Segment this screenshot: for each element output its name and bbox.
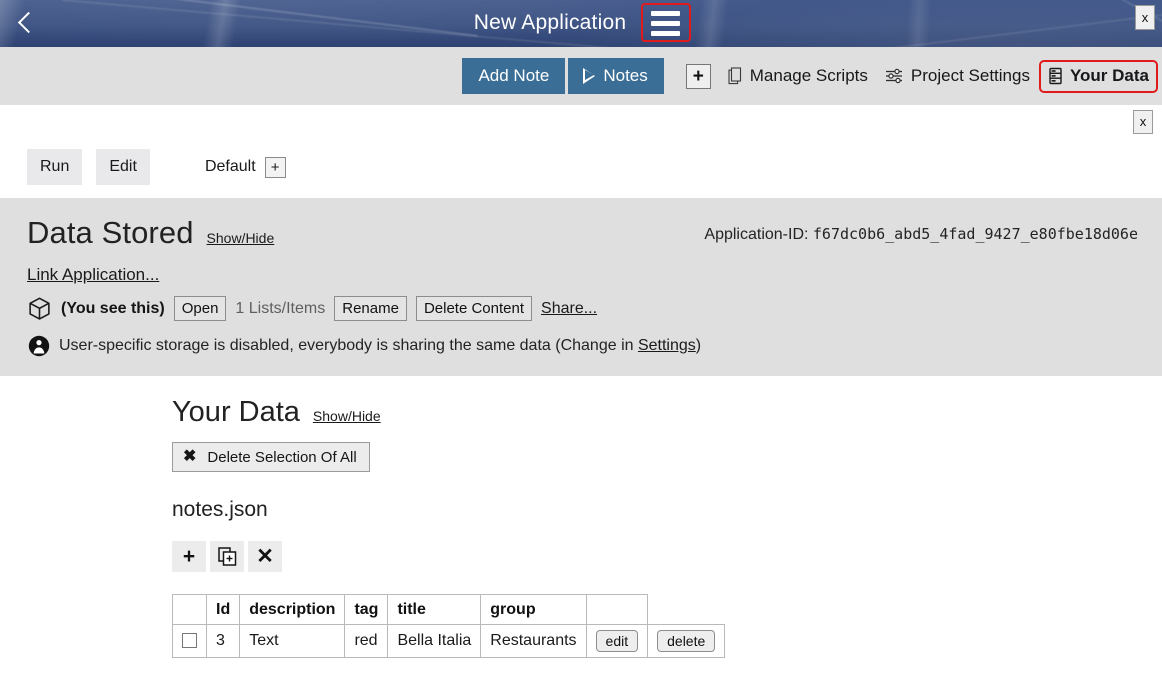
- row-edit-button[interactable]: edit: [596, 630, 639, 652]
- application-id: Application-ID: f67dc0b6_abd5_4fad_9427_…: [704, 225, 1138, 244]
- manage-scripts-button[interactable]: Manage Scripts: [728, 66, 868, 86]
- add-note-label: Add Note: [478, 66, 549, 86]
- project-settings-button[interactable]: Project Settings: [885, 66, 1030, 86]
- row-checkbox[interactable]: [182, 633, 197, 648]
- run-button[interactable]: Run: [27, 149, 82, 185]
- cube-icon: [27, 296, 52, 321]
- lists-items-count: 1 Lists/Items: [235, 300, 325, 318]
- row-tag: red: [345, 625, 388, 658]
- rename-button[interactable]: Rename: [334, 296, 407, 321]
- play-icon: [584, 69, 594, 83]
- data-table: Id description tag title group 3 Text re…: [172, 594, 725, 658]
- file-tools: + ✕: [172, 541, 1162, 572]
- document-copy-icon: [728, 67, 743, 85]
- table-header-id: Id: [207, 595, 240, 625]
- sliders-icon: [885, 68, 904, 84]
- run-edit-row: Run Edit Default +: [0, 136, 1162, 198]
- table-header-description: description: [240, 595, 345, 625]
- your-data-label: Your Data: [1070, 66, 1149, 86]
- you-see-this-label: (You see this): [61, 300, 165, 318]
- file-name: notes.json: [172, 498, 1162, 522]
- settings-link[interactable]: Settings: [638, 337, 696, 354]
- data-stored-panel: Data Stored Show/Hide Application-ID: f6…: [0, 198, 1162, 376]
- row-description: Text: [240, 625, 345, 658]
- table-row: 3 Text red Bella Italia Restaurants edit…: [173, 625, 725, 658]
- hamburger-menu-button[interactable]: [641, 3, 691, 42]
- data-table-wrapper: Id description tag title group 3 Text re…: [172, 594, 1162, 658]
- data-stored-show-hide-link[interactable]: Show/Hide: [207, 230, 275, 246]
- table-header-group: group: [481, 595, 586, 625]
- your-data-header: Your Data Show/Hide: [172, 396, 1162, 429]
- row-group: Restaurants: [481, 625, 586, 658]
- your-data-title: Your Data: [172, 396, 300, 429]
- storage-notice-text: User-specific storage is disabled, every…: [59, 337, 701, 355]
- x-mark-icon: ✖: [183, 449, 196, 465]
- header-close-button[interactable]: x: [1135, 5, 1155, 30]
- your-data-section: Your Data Show/Hide ✖ Delete Selection O…: [0, 376, 1162, 658]
- table-header-tag: tag: [345, 595, 388, 625]
- storage-row: (You see this) Open 1 Lists/Items Rename…: [27, 296, 1162, 321]
- user-storage-notice: User-specific storage is disabled, every…: [27, 334, 1162, 358]
- row-id: 3: [207, 625, 240, 658]
- delete-selection-button[interactable]: ✖ Delete Selection Of All: [172, 442, 370, 472]
- manage-scripts-label: Manage Scripts: [750, 66, 868, 86]
- row-delete-button[interactable]: delete: [657, 630, 715, 652]
- duplicate-icon: [218, 547, 237, 566]
- default-profile-label: Default: [205, 158, 256, 176]
- table-header-select: [173, 595, 207, 625]
- project-settings-label: Project Settings: [911, 66, 1030, 86]
- table-header-actions: [586, 595, 648, 625]
- panel-close-row: x: [0, 105, 1162, 136]
- database-icon: [1048, 67, 1063, 85]
- add-button[interactable]: +: [686, 64, 711, 89]
- your-data-tab[interactable]: Your Data: [1039, 60, 1158, 93]
- link-application-link[interactable]: Link Application...: [27, 265, 159, 285]
- user-circle-icon: [27, 334, 51, 358]
- open-button[interactable]: Open: [174, 296, 227, 321]
- page-title: New Application: [0, 11, 1162, 35]
- application-id-label: Application-ID:: [704, 226, 808, 243]
- storage-notice-suffix: ): [696, 337, 701, 354]
- hamburger-menu-icon: [651, 11, 680, 36]
- data-stored-title: Data Stored: [27, 215, 194, 251]
- main-toolbar: Add Note Notes + Manage Scripts Project …: [0, 47, 1162, 105]
- table-header-row: Id description tag title group: [173, 595, 725, 625]
- add-record-button[interactable]: +: [172, 541, 206, 572]
- default-profile-group: Default +: [205, 157, 286, 178]
- delete-file-button[interactable]: ✕: [248, 541, 282, 572]
- row-select-cell[interactable]: [173, 625, 207, 658]
- notes-label: Notes: [603, 66, 647, 86]
- storage-notice-prefix: User-specific storage is disabled, every…: [59, 337, 638, 354]
- row-actions: edit: [586, 625, 648, 658]
- delete-content-button[interactable]: Delete Content: [416, 296, 532, 321]
- add-profile-button[interactable]: +: [265, 157, 286, 178]
- application-id-value: f67dc0b6_abd5_4fad_9427_e80fbe18d06e: [813, 225, 1138, 243]
- add-note-button[interactable]: Add Note: [462, 58, 565, 94]
- panel-close-button[interactable]: x: [1133, 110, 1153, 134]
- app-header: New Application x: [0, 0, 1162, 47]
- edit-button[interactable]: Edit: [96, 149, 150, 185]
- table-header-title: title: [388, 595, 481, 625]
- your-data-show-hide-link[interactable]: Show/Hide: [313, 408, 381, 424]
- duplicate-file-button[interactable]: [210, 541, 244, 572]
- row-actions-delete: delete: [648, 625, 725, 658]
- delete-selection-label: Delete Selection Of All: [207, 449, 356, 466]
- notes-button[interactable]: Notes: [568, 58, 663, 94]
- share-link[interactable]: Share...: [541, 300, 597, 318]
- row-title: Bella Italia: [388, 625, 481, 658]
